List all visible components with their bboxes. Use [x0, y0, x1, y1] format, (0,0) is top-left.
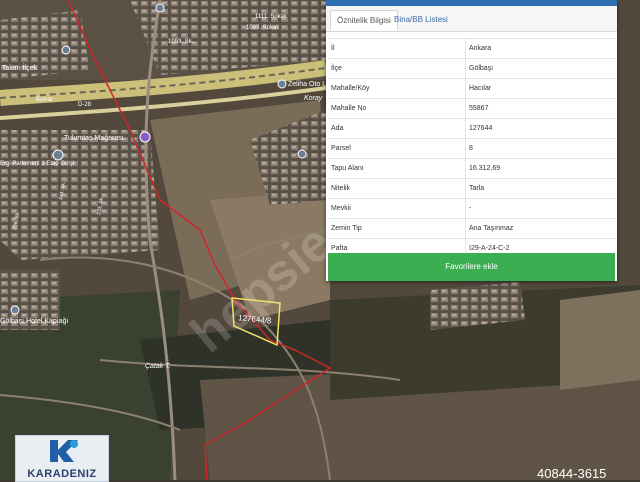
- map-label-takim: Takım İlçek: [2, 63, 38, 72]
- table-row: Zemin Tip Ana Taşınmaz: [328, 219, 615, 239]
- map-label-koray: Koray: [304, 95, 323, 102]
- table-row: İl Ankara: [328, 39, 615, 59]
- company-logo: KARADENIZ: [15, 435, 109, 482]
- row-key: İlçe: [331, 65, 342, 72]
- row-key: Parsel: [331, 145, 351, 152]
- row-value: Gölbaşı: [465, 59, 493, 78]
- logo-k-icon: [50, 440, 78, 462]
- poi-marker-zeliha[interactable]: [277, 79, 287, 89]
- row-value: Tarla: [465, 179, 484, 198]
- row-value: Ana Taşınmaz: [465, 219, 513, 238]
- row-key: Mahalle/Köy: [331, 85, 370, 92]
- row-value: Hacılar: [465, 79, 491, 98]
- table-row: Tapu Alanı 16.312,69: [328, 159, 615, 179]
- row-value: 16.312,69: [465, 159, 500, 178]
- row-key: Mahalle No: [331, 105, 367, 112]
- attribute-table: İl Ankara İlçe Gölbaşı Mahalle/Köy Hacılar …: [328, 38, 615, 259]
- row-key: Mevkii: [331, 205, 351, 212]
- logo-text: KARADENIZ: [27, 468, 97, 480]
- poi-marker-east[interactable]: [297, 149, 307, 159]
- row-value: 55867: [465, 99, 488, 118]
- panel-tabs: Öznitelik Bilgisi Bina/BB Listesi: [326, 6, 617, 32]
- row-key: İl: [331, 45, 335, 52]
- row-key: Nitelik: [331, 185, 351, 192]
- table-row: Mahalle/Köy Hacılar: [328, 79, 615, 99]
- poi-marker-magara[interactable]: [139, 131, 151, 143]
- table-row: Nitelik Tarla: [328, 179, 615, 199]
- poi-marker-parlament[interactable]: [52, 149, 64, 161]
- map-label-street-3: 1093. Sk.: [168, 39, 194, 45]
- add-to-favorites-button[interactable]: Favorilere ekle: [328, 253, 615, 281]
- map-label-catak: Çatak T.: [145, 363, 171, 370]
- table-row: Mevkii -: [328, 199, 615, 219]
- table-row: Ada 127644: [328, 119, 615, 139]
- row-value: 8: [465, 139, 473, 158]
- listing-code: 40844-3615: [537, 466, 607, 481]
- tab-building-list[interactable]: Bina/BB Listesi: [388, 10, 454, 31]
- table-row: İlçe Gölbaşı: [328, 59, 615, 79]
- urban-area-west: [0, 130, 160, 260]
- table-row: Parsel 8: [328, 139, 615, 159]
- row-value: 127644: [465, 119, 492, 138]
- poi-marker-hotel[interactable]: [10, 305, 20, 315]
- table-row: Mahalle No 55867: [328, 99, 615, 119]
- map-label-bulvar: Bulvar: [36, 97, 53, 103]
- row-value: -: [465, 199, 471, 218]
- map-label-hotel: Gölbaşı Hotel Kapıağı: [0, 318, 69, 325]
- map-label-street-1: 1111. Sokak: [255, 14, 288, 20]
- map-label-street-2: 1099. Sokak: [246, 25, 280, 31]
- row-key: Zemin Tip: [331, 225, 362, 232]
- row-key: Tapu Alanı: [331, 165, 364, 172]
- map-label-magara: Tulumtaş Mağarası: [64, 135, 124, 142]
- row-value: Ankara: [465, 39, 491, 58]
- map-label-parlament: Ergi Parlement 1 Etap Girişi: [0, 161, 74, 167]
- field-area-east: [560, 290, 640, 390]
- info-panel: Öznitelik Bilgisi Bina/BB Listesi İl Anka…: [326, 0, 617, 281]
- row-key: Ada: [331, 125, 344, 132]
- map-label-road-code: D-28: [78, 102, 92, 108]
- poi-marker-takim[interactable]: [61, 45, 71, 55]
- poi-marker-north[interactable]: [155, 3, 165, 13]
